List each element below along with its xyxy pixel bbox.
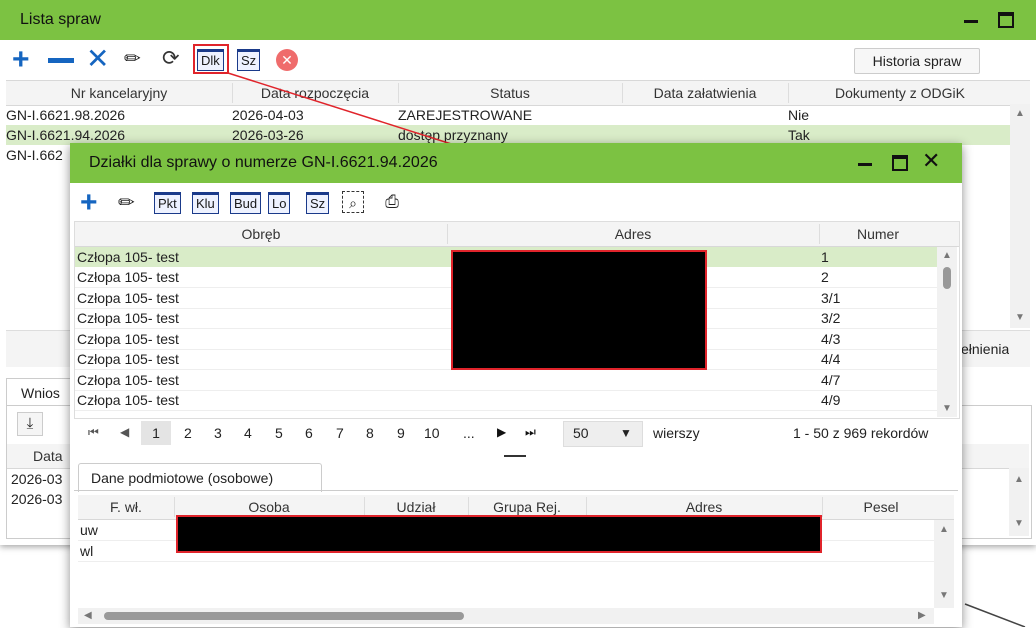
chevron-down-icon: ▼ bbox=[620, 426, 632, 440]
col-header-pesel[interactable]: Pesel bbox=[822, 497, 940, 517]
page-button[interactable]: 8 bbox=[366, 425, 374, 441]
col-header-obreb[interactable]: Obręb bbox=[75, 224, 448, 244]
edit-pencil-icon[interactable]: ✏ bbox=[118, 191, 135, 215]
print-icon[interactable]: ⎙ bbox=[380, 191, 404, 213]
page-button[interactable]: 4 bbox=[244, 425, 252, 441]
page-button[interactable]: 3 bbox=[214, 425, 222, 441]
owners-vscrollbar[interactable]: ▲ ▼ bbox=[934, 520, 954, 608]
minimize-icon[interactable] bbox=[858, 163, 872, 166]
close-icon[interactable]: ✕ bbox=[922, 149, 940, 173]
cell-numer: 4/9 bbox=[821, 392, 841, 408]
cell-obreb: Człopa 105- test bbox=[77, 372, 179, 388]
pagination-bar: ⏮ ◀ 1 2 3 4 5 6 7 8 9 10 ... ▶ ⏭ 50 ▼ wi… bbox=[74, 419, 958, 449]
owners-hscrollbar[interactable]: ◀ ▶ bbox=[78, 608, 934, 624]
first-page-icon[interactable]: ⏮ bbox=[88, 425, 99, 440]
rows-per-page-label: wierszy bbox=[653, 425, 700, 441]
redacted-owner-block bbox=[176, 515, 822, 553]
col-header-fwl[interactable]: F. wł. bbox=[78, 497, 175, 517]
prev-page-icon[interactable]: ◀ bbox=[120, 425, 129, 439]
lo-button[interactable]: Lo bbox=[268, 192, 291, 214]
dialog-toolbar: + ✏ Pkt Klu Bud Lo Sz ⌕ ⎙ bbox=[70, 187, 962, 219]
scroll-up-icon[interactable]: ▲ bbox=[939, 524, 949, 535]
col-header-adres[interactable]: Adres bbox=[586, 497, 823, 517]
cell-numer: 4/7 bbox=[821, 372, 841, 388]
scroll-thumb[interactable] bbox=[104, 612, 464, 620]
col-header-osoba[interactable]: Osoba bbox=[174, 497, 365, 517]
scroll-left-icon[interactable]: ◀ bbox=[84, 610, 92, 621]
tab-label: Dane podmiotowe (osobowe) bbox=[91, 470, 274, 486]
page-button[interactable]: 5 bbox=[275, 425, 283, 441]
cell-obreb: Człopa 105- test bbox=[77, 331, 179, 347]
page-button[interactable]: 9 bbox=[397, 425, 405, 441]
zoom-select-icon[interactable]: ⌕ bbox=[342, 191, 364, 213]
dialog-title: Działki dla sprawy o numerze GN-I.6621.9… bbox=[89, 154, 438, 171]
rows-per-page-value: 50 bbox=[573, 425, 589, 441]
add-icon[interactable]: + bbox=[80, 188, 98, 218]
scroll-down-icon[interactable]: ▼ bbox=[942, 403, 952, 414]
scroll-up-icon[interactable]: ▲ bbox=[942, 250, 952, 261]
scroll-down-icon[interactable]: ▼ bbox=[939, 590, 949, 601]
plots-table-scrollbar[interactable]: ▲ ▼ bbox=[937, 247, 957, 417]
splitter-handle[interactable] bbox=[504, 455, 526, 457]
cell-fwl: wl bbox=[80, 543, 94, 559]
maximize-icon[interactable] bbox=[892, 155, 908, 171]
table-row[interactable]: Człopa 105- test 4/7 bbox=[75, 370, 937, 391]
klu-button[interactable]: Klu bbox=[192, 192, 219, 214]
cell-fwl: uw bbox=[80, 522, 98, 538]
cell-numer: 1 bbox=[821, 249, 829, 265]
col-header-grupa[interactable]: Grupa Rej. bbox=[468, 497, 587, 517]
page-button[interactable]: 6 bbox=[305, 425, 313, 441]
owners-panel: F. wł. Osoba Udział Grupa Rej. Adres Pes… bbox=[74, 490, 958, 628]
last-page-icon[interactable]: ⏭ bbox=[525, 425, 536, 440]
plots-table: Obręb Adres Numer Człopa 105- test 1 Czł… bbox=[74, 221, 960, 419]
cell-numer: 4/3 bbox=[821, 331, 841, 347]
tab-dane-podmiotowe[interactable]: Dane podmiotowe (osobowe) bbox=[78, 463, 322, 492]
cell-numer: 3/1 bbox=[821, 290, 841, 306]
cell-numer: 3/2 bbox=[821, 310, 841, 326]
cell-obreb: Człopa 105- test bbox=[77, 249, 179, 265]
page-button[interactable]: 2 bbox=[184, 425, 192, 441]
plots-dialog: Działki dla sprawy o numerze GN-I.6621.9… bbox=[70, 143, 962, 627]
scroll-right-icon[interactable]: ▶ bbox=[918, 610, 926, 621]
cell-obreb: Człopa 105- test bbox=[77, 290, 179, 306]
table-row[interactable]: Człopa 105- test 4/9 bbox=[75, 390, 937, 411]
next-page-icon[interactable]: ▶ bbox=[497, 425, 506, 439]
cell-obreb: Człopa 105- test bbox=[77, 392, 179, 408]
col-header-udzial[interactable]: Udział bbox=[364, 497, 469, 517]
dialog-titlebar: Działki dla sprawy o numerze GN-I.6621.9… bbox=[70, 143, 962, 183]
sz-button[interactable]: Sz bbox=[306, 192, 330, 214]
pkt-button[interactable]: Pkt bbox=[154, 192, 181, 214]
cell-obreb: Człopa 105- test bbox=[77, 269, 179, 285]
page-ellipsis: ... bbox=[463, 425, 475, 441]
page-button[interactable]: 10 bbox=[424, 425, 440, 441]
records-summary: 1 - 50 z 969 rekordów bbox=[793, 425, 929, 441]
col-header-numer[interactable]: Numer bbox=[819, 224, 937, 244]
rows-per-page-select[interactable]: 50 ▼ bbox=[563, 421, 643, 447]
page-1-button[interactable]: 1 bbox=[141, 421, 171, 445]
redacted-address-block bbox=[451, 250, 707, 370]
scroll-thumb[interactable] bbox=[943, 267, 951, 289]
cell-obreb: Człopa 105- test bbox=[77, 310, 179, 326]
cell-numer: 4/4 bbox=[821, 351, 841, 367]
bud-button[interactable]: Bud bbox=[230, 192, 262, 214]
cell-numer: 2 bbox=[821, 269, 829, 285]
cell-obreb: Człopa 105- test bbox=[77, 351, 179, 367]
page-button[interactable]: 7 bbox=[336, 425, 344, 441]
col-header-adres[interactable]: Adres bbox=[447, 224, 820, 244]
plots-table-header: Obręb Adres Numer bbox=[75, 222, 959, 247]
